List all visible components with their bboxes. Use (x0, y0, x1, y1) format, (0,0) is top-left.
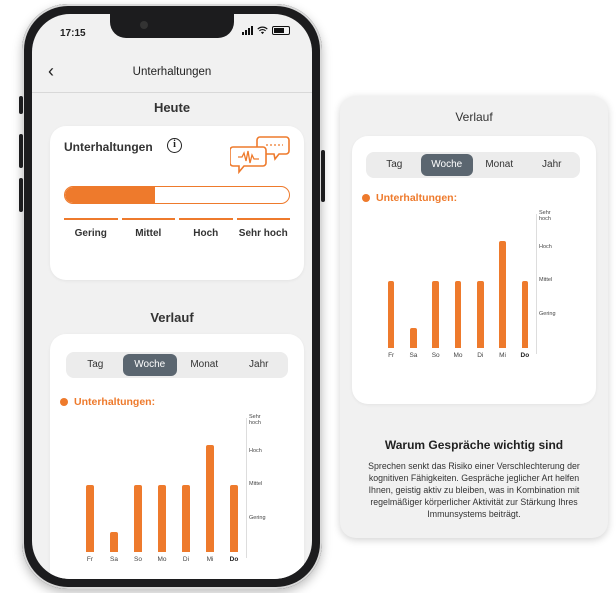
chart-bar (134, 485, 142, 552)
panel-title: Verlauf (455, 110, 493, 124)
info-icon[interactable]: i (167, 138, 182, 153)
chart-bar (454, 281, 462, 348)
y-axis-line (536, 214, 537, 354)
panel-chart-legend: Unterhaltungen: (362, 192, 457, 204)
chart-bar (110, 531, 118, 552)
y-tick-label: Hoch (539, 243, 552, 250)
why-title: Warum Gespräche wichtig sind (384, 438, 564, 452)
y-tick-label: Sehr hoch (539, 210, 551, 223)
x-tick-label: Do (229, 556, 239, 563)
y-axis-line (246, 418, 247, 558)
x-tick-label: Do (520, 352, 530, 359)
why-text: Sprechen senkt das Risiko einer Verschle… (368, 461, 580, 519)
level-scale: Gering Mittel Hoch Sehr hoch (64, 218, 290, 239)
card-title: Unterhaltungen (64, 140, 153, 154)
y-tick-label: Sehr hoch (249, 414, 261, 427)
wifi-icon (257, 26, 268, 35)
nav-title: Unterhaltungen (132, 66, 212, 78)
phone-screen: 17:15 ‹ Unterhaltungen Heute Unterhaltun… (32, 14, 312, 579)
x-tick-label: Di (182, 556, 190, 563)
progress-fill (65, 187, 155, 203)
section-title-history: Verlauf (150, 310, 194, 325)
battery-icon (272, 26, 290, 35)
section-title-today: Heute (153, 100, 191, 115)
chart-bar (230, 485, 238, 552)
x-tick-label: So (134, 556, 142, 563)
level-gering: Gering (64, 218, 118, 239)
chart-bar (432, 281, 440, 348)
x-tick-label: Sa (409, 352, 418, 359)
power-button (321, 150, 325, 202)
panel-tab-tag[interactable]: Tag (368, 154, 421, 176)
conversations-card: Unterhaltungen i Gering Mittel Hoch Sehr… (50, 126, 304, 280)
chart-bar (182, 485, 190, 552)
chart-bar (521, 281, 529, 348)
legend-dot (60, 398, 68, 406)
volume-up-button (19, 134, 23, 168)
x-tick-label: Fr (86, 556, 94, 563)
status-time: 17:15 (60, 28, 86, 39)
y-tick-label: Gering (249, 514, 266, 521)
tab-monat[interactable]: Monat (177, 354, 232, 376)
chart-bar (86, 485, 94, 552)
tab-jahr[interactable]: Jahr (232, 354, 287, 376)
speech-bubbles-icon (230, 136, 290, 174)
phone-frame: 17:15 ‹ Unterhaltungen Heute Unterhaltun… (19, 4, 325, 589)
panel-tab-jahr[interactable]: Jahr (526, 154, 579, 176)
history-card: Tag Woche Monat Jahr Unterhaltungen: Ger… (50, 334, 304, 579)
panel-tab-woche[interactable]: Woche (420, 154, 473, 176)
nav-bar: ‹ Unterhaltungen (32, 58, 312, 86)
chart-bar (206, 444, 214, 552)
level-hoch: Hoch (179, 218, 233, 239)
panel-legend-dot (362, 194, 370, 202)
chart-bar (476, 281, 484, 348)
chart-bar (387, 281, 395, 348)
x-tick-label: Mi (206, 556, 214, 563)
notch (110, 14, 234, 38)
tab-tag[interactable]: Tag (68, 354, 123, 376)
level-sehr-hoch: Sehr hoch (236, 218, 290, 239)
nav-divider (32, 92, 312, 93)
chart-bar (158, 485, 166, 552)
y-tick-label: Mittel (539, 277, 553, 283)
x-tick-label: So (431, 352, 440, 359)
signal-icon (242, 26, 253, 35)
volume-down-button (19, 178, 23, 212)
y-tick-label: Mittel (249, 481, 263, 487)
period-tabs: Tag Woche Monat Jahr (66, 352, 288, 378)
panel-period-tabs: Tag Woche Monat Jahr (366, 152, 580, 178)
x-tick-label: Fr (388, 352, 395, 359)
weekly-chart-phone: Gering Mittel Hoch Sehr hoch Fr Sa So Mo Di Mi Do (68, 414, 276, 568)
history-panel: Verlauf Tag Woche Monat Jahr Unterhaltun… (340, 96, 608, 538)
level-mittel: Mittel (121, 218, 175, 239)
mute-switch (19, 96, 23, 114)
chart-legend: Unterhaltungen: (60, 396, 155, 408)
panel-history-card: Tag Woche Monat Jahr Unterhaltungen: Ger… (352, 136, 596, 404)
conversation-level-progress (64, 186, 290, 204)
x-tick-label: Mo (157, 556, 167, 563)
x-tick-label: Sa (110, 556, 118, 563)
tab-woche[interactable]: Woche (122, 354, 177, 376)
x-tick-label: Mi (499, 352, 506, 359)
chart-bar (499, 240, 506, 348)
y-tick-label: Gering (539, 310, 556, 317)
weekly-chart-panel: Gering Mittel Hoch Sehr hoch Fr Sa So Mo Di Mi Do (370, 210, 566, 364)
legend-label: Unterhaltungen: (74, 396, 156, 408)
panel-legend-label: Unterhaltungen: (376, 192, 458, 204)
y-tick-label: Hoch (249, 447, 262, 454)
panel-tab-monat[interactable]: Monat (473, 154, 526, 176)
chart-bar (410, 327, 417, 348)
x-tick-label: Di (477, 352, 484, 359)
x-tick-label: Mo (453, 352, 463, 359)
